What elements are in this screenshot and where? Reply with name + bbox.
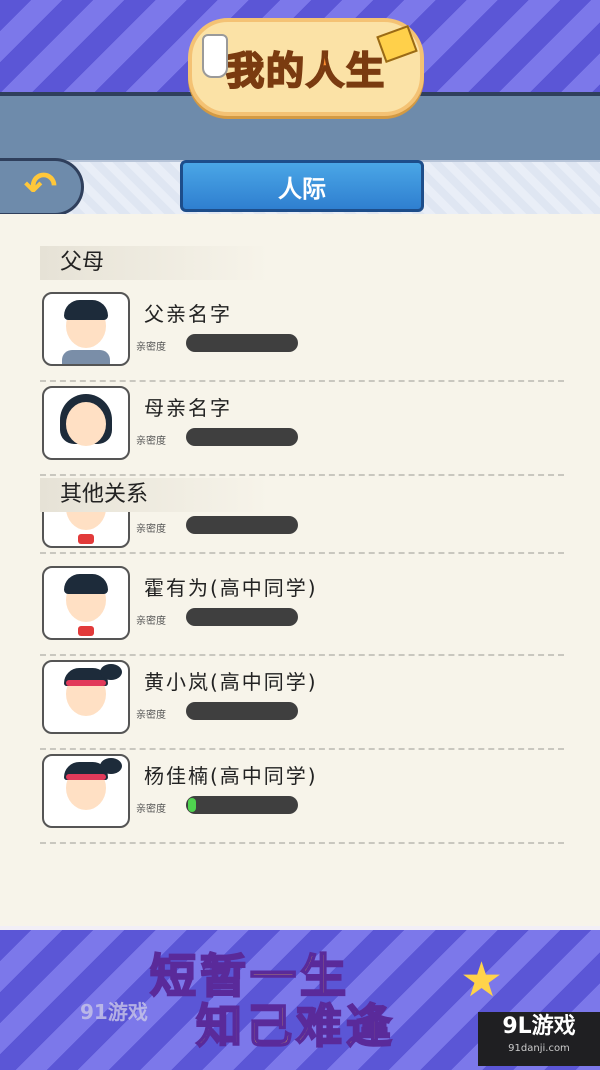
mother-avatar [42, 386, 130, 460]
section-others: 其他关系 [40, 478, 270, 512]
affinity-label: 亲密度 [136, 804, 166, 815]
boy-avatar [42, 512, 130, 548]
girl-avatar [42, 660, 130, 734]
list-item-huang-xiaolan[interactable]: 黄小岚(高中同学) 亲密度 [40, 658, 564, 750]
affinity-label: 亲密度 [136, 436, 166, 447]
affinity-bar [186, 334, 298, 352]
person-name: 父亲名字 [144, 302, 232, 326]
app-title: 我的人生 [225, 48, 386, 94]
affinity-label: 亲密度 [136, 524, 166, 535]
affinity-bar [186, 702, 298, 720]
section-parents: 父母 [40, 246, 270, 280]
watermark-brand: 9L游戏 [502, 1014, 576, 1039]
back-arrow-icon: ↶ [23, 164, 58, 210]
father-avatar [42, 292, 130, 366]
person-name: 黄小岚(高中同学) [144, 670, 318, 694]
list-item-father[interactable]: 父亲名字 亲密度 [40, 290, 564, 382]
star-icon: ★ [460, 952, 504, 1008]
app-logo: 我的人生 [188, 18, 424, 116]
slogan-line-2: 知己难逢 [195, 998, 396, 1054]
affinity-bar [186, 608, 298, 626]
relationship-panel: 父母 父亲名字 亲密度 母亲名字 亲密度 其他关系 亲密度 霍有为(高中同学) … [0, 214, 600, 926]
affinity-label: 亲密度 [136, 710, 166, 721]
person-name: 霍有为(高中同学) [144, 576, 318, 600]
list-item-partial[interactable]: 亲密度 [40, 512, 564, 554]
affinity-bar [186, 796, 298, 814]
list-item-mother[interactable]: 母亲名字 亲密度 [40, 384, 564, 476]
watermark-right: 9L游戏 91danji.com [478, 1012, 600, 1066]
list-item-yang-jianan[interactable]: 杨佳楠(高中同学) 亲密度 [40, 752, 564, 844]
watermark-left: 91游戏 [80, 1000, 148, 1024]
affinity-label: 亲密度 [136, 616, 166, 627]
affinity-bar [186, 516, 298, 534]
person-name: 母亲名字 [144, 396, 232, 420]
tab-relationships[interactable]: 人际 [180, 160, 424, 212]
back-button[interactable]: ↶ [0, 158, 84, 216]
affinity-label: 亲密度 [136, 342, 166, 353]
bottle-icon [202, 34, 228, 78]
person-name: 杨佳楠(高中同学) [144, 764, 318, 788]
affinity-bar-fill [188, 798, 196, 812]
affinity-bar [186, 428, 298, 446]
girl-avatar [42, 754, 130, 828]
list-item-huo-youwei[interactable]: 霍有为(高中同学) 亲密度 [40, 564, 564, 656]
watermark-url: 91danji.com [508, 1043, 570, 1054]
boy-avatar [42, 566, 130, 640]
